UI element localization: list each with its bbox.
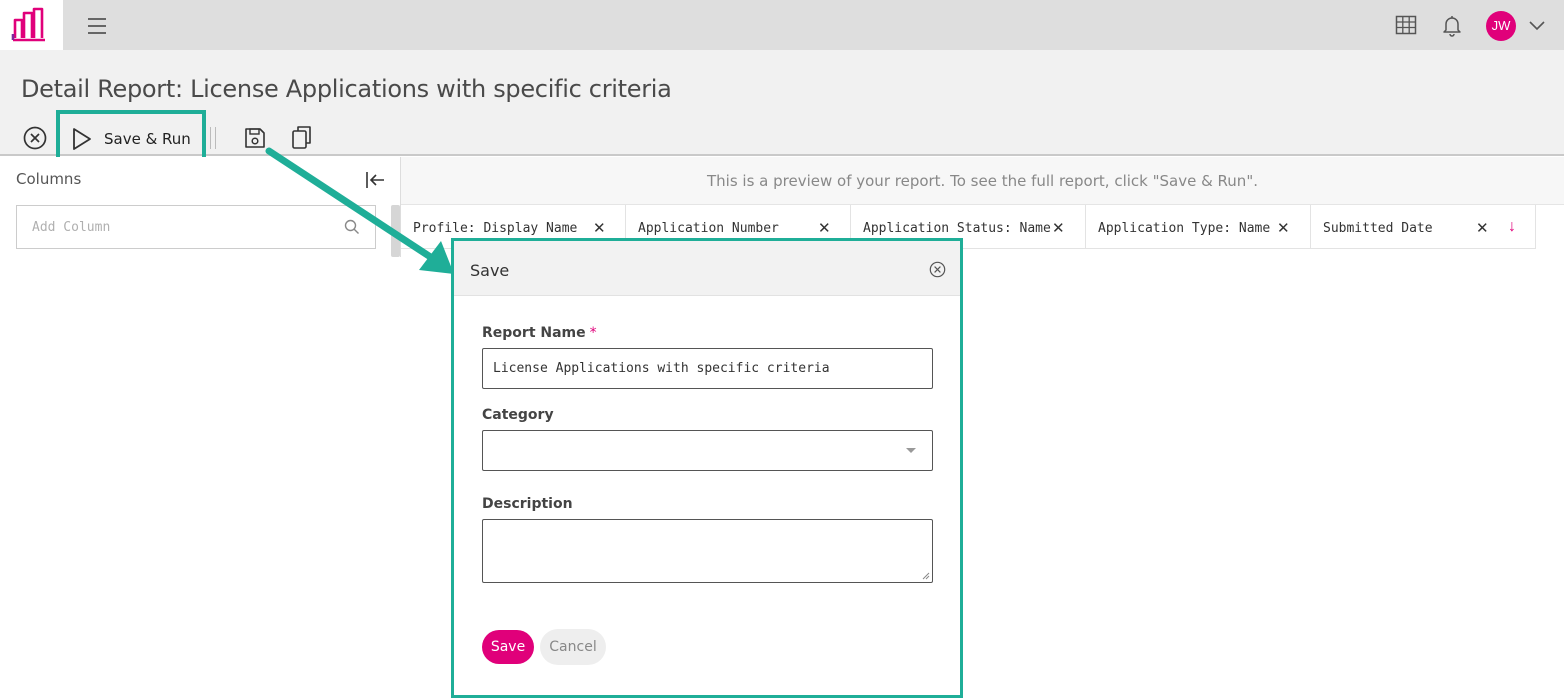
collapse-panel-icon[interactable] — [364, 170, 386, 190]
column-header[interactable]: Application Type: Name ✕ — [1086, 205, 1311, 249]
column-header[interactable]: Submitted Date ✕ ↓ — [1311, 205, 1536, 249]
report-header — [0, 50, 1564, 156]
column-header-label: Application Number — [638, 221, 779, 236]
copy-icon[interactable] — [290, 124, 314, 150]
hamburger-menu-icon[interactable] — [84, 14, 110, 38]
save-button[interactable]: Save — [482, 630, 534, 664]
preview-message: This is a preview of your report. To see… — [707, 172, 1258, 190]
add-column-input[interactable] — [17, 206, 317, 248]
page-title: Detail Report: License Applications with… — [21, 75, 672, 103]
brand-logo-icon — [11, 7, 45, 42]
sort-descending-icon[interactable]: ↓ — [1508, 218, 1516, 236]
user-avatar[interactable]: JW — [1486, 11, 1516, 41]
required-asterisk: * — [589, 325, 597, 341]
columns-label: Columns — [16, 170, 82, 188]
category-select[interactable] — [482, 430, 933, 471]
description-label: Description — [482, 496, 573, 512]
close-circle-icon[interactable] — [23, 126, 47, 150]
add-column-field[interactable] — [16, 205, 376, 249]
remove-column-icon[interactable]: ✕ — [1277, 219, 1290, 237]
column-header-label: Profile: Display Name — [413, 221, 578, 236]
dialog-header: Save — [454, 241, 960, 296]
report-name-label: Report Name * — [482, 325, 597, 341]
category-label: Category — [482, 407, 554, 423]
column-header-label: Application Status: Name — [863, 221, 1051, 236]
remove-column-icon[interactable]: ✕ — [818, 219, 831, 237]
report-name-field[interactable] — [482, 348, 933, 389]
search-icon[interactable] — [344, 219, 360, 235]
notification-bell-icon[interactable] — [1440, 13, 1464, 37]
logo-container[interactable] — [0, 0, 63, 50]
dialog-title: Save — [470, 261, 510, 280]
cancel-button[interactable]: Cancel — [540, 629, 606, 665]
chevron-down-icon[interactable] — [1526, 14, 1550, 38]
column-header-label: Submitted Date — [1323, 221, 1433, 236]
remove-column-icon[interactable]: ✕ — [1052, 219, 1065, 237]
save-dialog: Save Report Name* Category Description S… — [454, 241, 960, 695]
close-dialog-icon[interactable] — [929, 261, 946, 278]
dropdown-caret-icon — [906, 448, 916, 453]
top-bar — [0, 0, 1564, 50]
report-name-label-text: Report Name — [482, 325, 586, 341]
apps-grid-icon[interactable] — [1394, 13, 1418, 37]
toolbar-divider — [210, 127, 216, 149]
panel-scrollbar[interactable] — [391, 205, 400, 257]
remove-column-icon[interactable]: ✕ — [1476, 219, 1489, 237]
remove-column-icon[interactable]: ✕ — [593, 219, 606, 237]
floppy-disk-icon[interactable] — [243, 126, 267, 150]
resize-grip-icon[interactable] — [922, 572, 930, 580]
column-header-label: Application Type: Name — [1098, 221, 1271, 236]
description-textarea[interactable] — [482, 519, 933, 583]
report-name-input[interactable] — [483, 349, 932, 388]
